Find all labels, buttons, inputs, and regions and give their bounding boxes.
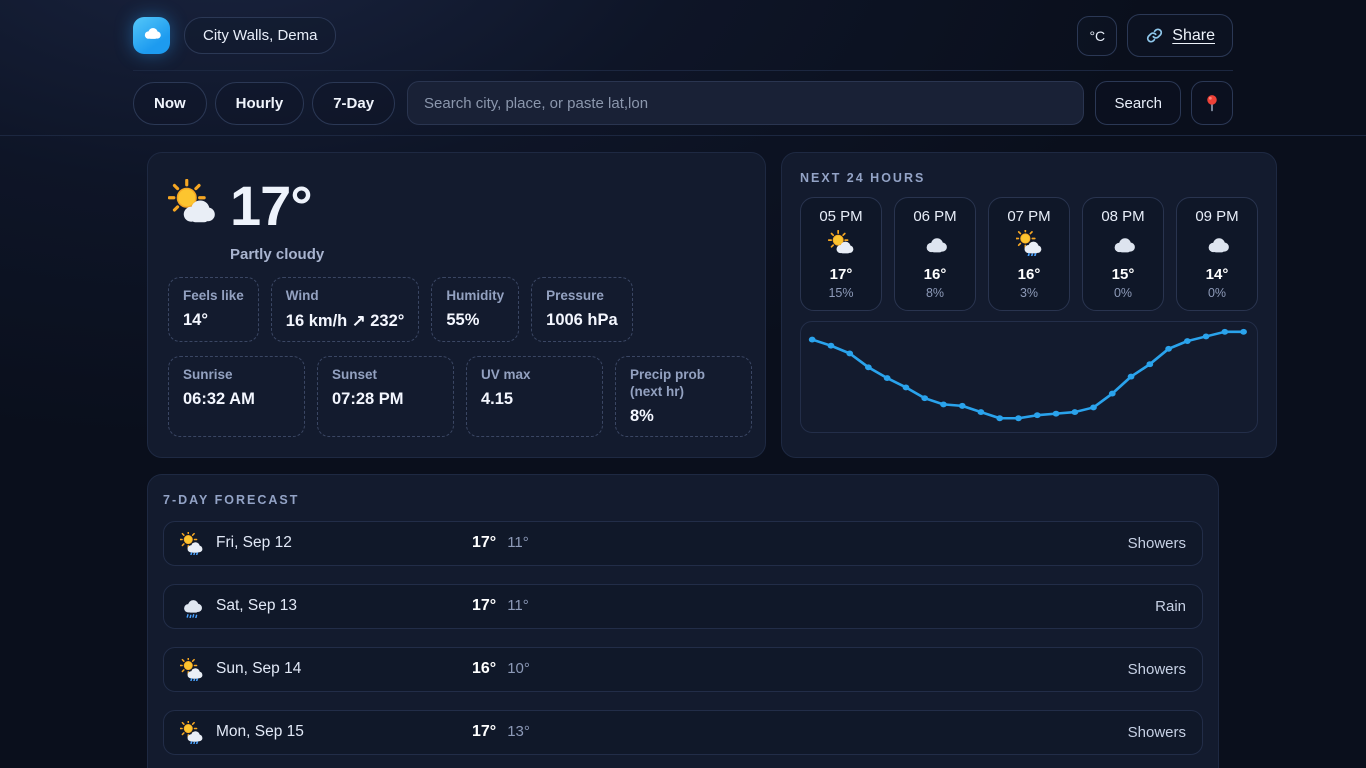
sun-behind-cloud-icon [168, 179, 216, 232]
cloud-icon [1181, 230, 1253, 261]
stat-sunset: Sunset 07:28 PM [317, 356, 454, 437]
high-temp: 17° [472, 597, 496, 615]
stat-pressure: Pressure 1006 hPa [531, 277, 633, 342]
brand: City Walls, Dema [133, 17, 336, 54]
low-temp: 13° [507, 723, 530, 740]
sun-behind-rain-cloud-icon [993, 230, 1065, 261]
current-condition-text: Partly cloudy [230, 246, 745, 263]
high-temp: 16° [472, 660, 496, 678]
stat-humidity: Humidity 55% [431, 277, 519, 342]
share-button[interactable]: Share [1127, 14, 1233, 57]
low-temp: 11° [507, 534, 529, 551]
location-pill: City Walls, Dema [184, 17, 336, 54]
next-24-hours-title: NEXT 24 HOURS [800, 171, 1258, 185]
hour-chip: 08 PM 15° 0% [1082, 197, 1164, 311]
next-24-hours-card: NEXT 24 HOURS 05 PM 17° 15% 06 PM 16° 8%… [781, 152, 1277, 458]
day-summary: Showers [587, 661, 1186, 678]
high-temp: 17° [472, 723, 496, 741]
hour-chip: 07 PM 16° 3% [988, 197, 1070, 311]
day-summary: Showers [587, 724, 1186, 741]
day-summary: Rain [587, 598, 1186, 615]
stats-row-2: Sunrise 06:32 AM Sunset 07:28 PM UV max … [168, 356, 745, 437]
forecast-row-sat: Sat, Sep 13 17° 11° Rain [163, 584, 1203, 629]
search-input[interactable] [407, 81, 1084, 125]
low-temp: 11° [507, 597, 529, 614]
unit-toggle-button[interactable]: °C [1077, 16, 1117, 56]
stat-precip-prob: Precip prob (next hr) 8% [615, 356, 752, 437]
high-temp: 17° [472, 534, 496, 552]
current-temperature: 17° [230, 173, 312, 238]
forecast-row-mon: Mon, Sep 15 17° 13° Showers [163, 710, 1203, 755]
hour-chip: 06 PM 16° 8% [894, 197, 976, 311]
cloud-icon [1087, 230, 1159, 261]
geolocate-button[interactable] [1191, 81, 1233, 125]
rain-cloud-icon [180, 595, 203, 618]
hour-chip: 05 PM 17° 15% [800, 197, 882, 311]
stat-sunrise: Sunrise 06:32 AM [168, 356, 305, 437]
tab-now[interactable]: Now [133, 82, 207, 125]
share-label: Share [1172, 27, 1215, 45]
link-icon [1145, 26, 1164, 45]
sun-behind-cloud-icon [805, 230, 877, 261]
sun-behind-rain-cloud-icon [180, 658, 203, 681]
search-button[interactable]: Search [1095, 81, 1181, 125]
tab-hourly[interactable]: Hourly [215, 82, 305, 125]
hourly-chips-row: 05 PM 17° 15% 06 PM 16° 8% 07 PM 16° 3% … [800, 197, 1258, 311]
stats-row-1: Feels like 14° Wind 16 km/h ↗ 232° Humid… [168, 277, 745, 342]
current-conditions-card: 17° Partly cloudy Feels like 14° Wind 16… [147, 152, 766, 458]
sun-behind-rain-cloud-icon [180, 532, 203, 555]
forecast-row-sun: Sun, Sep 14 16° 10° Showers [163, 647, 1203, 692]
hour-chip: 09 PM 14° 0% [1176, 197, 1258, 311]
day-summary: Showers [587, 535, 1186, 552]
round-pushpin-icon [1202, 93, 1222, 113]
cloud-icon [141, 22, 163, 49]
seven-day-forecast-title: 7-DAY FORECAST [163, 493, 1203, 507]
low-temp: 10° [507, 660, 530, 677]
seven-day-forecast-card: 7-DAY FORECAST Fri, Sep 12 17° 11° Showe… [147, 474, 1219, 768]
temperature-trend-chart [800, 321, 1258, 433]
stat-feels-like: Feels like 14° [168, 277, 259, 342]
sun-behind-rain-cloud-icon [180, 721, 203, 744]
stat-wind: Wind 16 km/h ↗ 232° [271, 277, 420, 342]
app-header: City Walls, Dema °C Share [0, 0, 1366, 71]
app-logo [133, 17, 170, 54]
tab-7day[interactable]: 7-Day [312, 82, 395, 125]
cloud-icon [899, 230, 971, 261]
forecast-row-fri: Fri, Sep 12 17° 11° Showers [163, 521, 1203, 566]
stat-uv-max: UV max 4.15 [466, 356, 603, 437]
